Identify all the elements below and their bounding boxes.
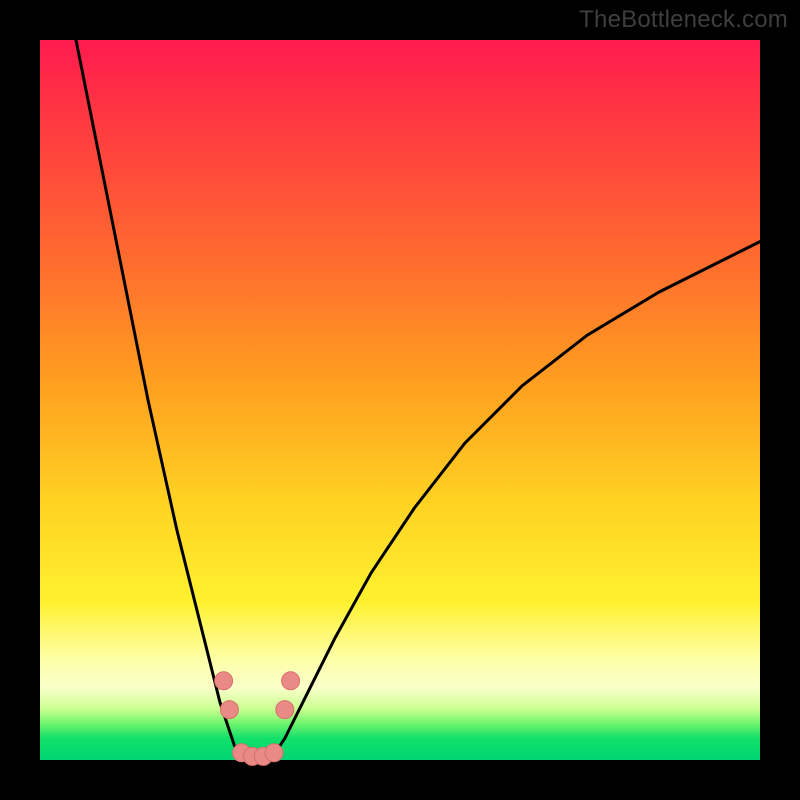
- valley-marker-4: [265, 744, 283, 762]
- left-marker-upper: [215, 672, 233, 690]
- v-curve: [76, 40, 760, 760]
- left-marker-lower: [220, 701, 238, 719]
- right-marker-upper: [282, 672, 300, 690]
- valley-markers: [215, 672, 300, 766]
- curve-layer: [40, 40, 760, 760]
- plot-area: [40, 40, 760, 760]
- watermark-text: TheBottleneck.com: [579, 6, 788, 34]
- right-marker-lower: [276, 701, 294, 719]
- chart-frame: TheBottleneck.com: [0, 0, 800, 800]
- bottleneck-curve: [76, 40, 760, 760]
